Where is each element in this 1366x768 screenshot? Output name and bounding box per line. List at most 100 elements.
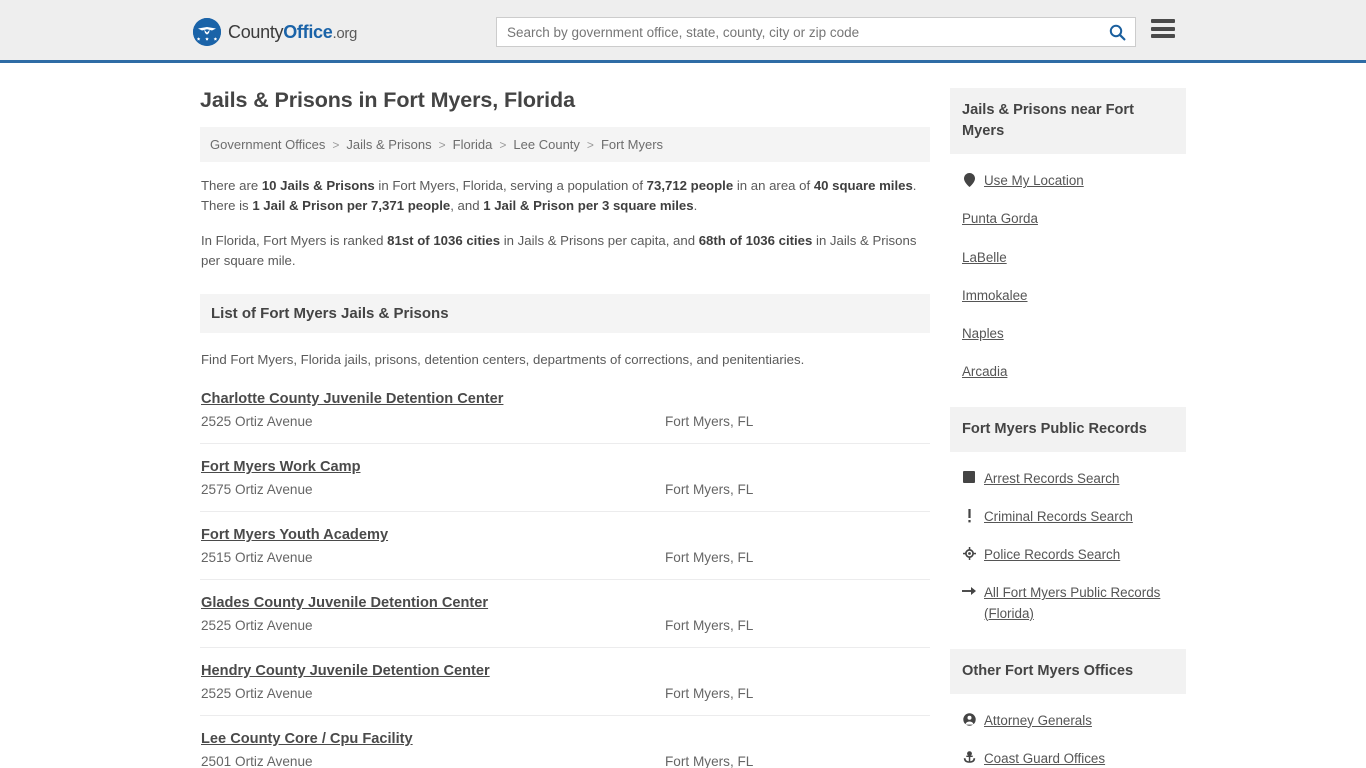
intro-p1-population: 73,712 people — [646, 178, 734, 193]
listing-address: 2525 Ortiz Avenue — [201, 685, 313, 701]
listing-name-link[interactable]: Fort Myers Work Camp — [201, 459, 360, 475]
sidebar-item-naples[interactable]: Naples — [962, 315, 1174, 353]
sidebar-link-label[interactable]: Use My Location — [984, 171, 1084, 191]
sidebar-item-police-records-search[interactable]: Police Records Search — [962, 536, 1174, 574]
listing-detail-row: 2575 Ortiz Avenue Fort Myers, FL — [200, 482, 930, 497]
anchor-icon — [962, 749, 976, 763]
listing-detail-row: 2515 Ortiz Avenue Fort Myers, FL — [200, 550, 930, 565]
sidebar-item-criminal-records-search[interactable]: Criminal Records Search — [962, 498, 1174, 536]
eagle-seal-logo-icon — [193, 18, 221, 46]
list-item[interactable]: Charlotte County Juvenile Detention Cent… — [200, 390, 930, 444]
intro-p2-a: In Florida, Fort Myers is ranked — [201, 232, 388, 248]
breadcrumb-item-jails-prisons[interactable]: Jails & Prisons — [346, 137, 431, 152]
breadcrumb-separator: > — [438, 137, 446, 152]
sidebar-item-attorney-generals[interactable]: Attorney Generals — [962, 702, 1174, 740]
sidebar-link-label[interactable]: Arrest Records Search — [984, 469, 1119, 489]
intro-p1-f: , and — [450, 198, 484, 214]
intro-p1-d: in an area of — [733, 178, 814, 193]
listing-detail-row: 2525 Ortiz Avenue Fort Myers, FL — [200, 686, 930, 701]
sidebar-link-label[interactable]: Police Records Search — [984, 545, 1120, 565]
intro-paragraph-2: In Florida, Fort Myers is ranked 81st of… — [201, 231, 929, 272]
list-item[interactable]: Fort Myers Youth Academy 2515 Ortiz Aven… — [200, 512, 930, 580]
listing-detail-row: 2525 Ortiz Avenue Fort Myers, FL — [200, 414, 930, 429]
breadcrumb-separator: > — [586, 137, 594, 152]
sidebar-link-label[interactable]: Punta Gorda — [962, 209, 1038, 229]
intro-p1-count: 10 Jails & Prisons — [261, 178, 375, 193]
hamburger-bar-1 — [1151, 19, 1175, 23]
jails-prisons-list: Charlotte County Juvenile Detention Cent… — [200, 390, 930, 768]
intro-p1-g: . — [693, 198, 698, 214]
sidebar-link-label[interactable]: LaBelle — [962, 248, 1007, 268]
intro-p1-per-people: 1 Jail & Prison per 7,371 people — [252, 198, 451, 214]
listing-name-link[interactable]: Fort Myers Youth Academy — [201, 527, 388, 543]
listing-name-link[interactable]: Lee County Core / Cpu Facility — [201, 731, 413, 747]
sidebar-item-arcadia[interactable]: Arcadia — [962, 353, 1174, 391]
list-item[interactable]: Lee County Core / Cpu Facility 2501 Orti… — [200, 716, 930, 768]
listing-address: 2525 Ortiz Avenue — [201, 617, 313, 633]
sidebar-item-immokalee[interactable]: Immokalee — [962, 277, 1174, 315]
sidebar-item-labelle[interactable]: LaBelle — [962, 239, 1174, 277]
sidebar-item-all-public-records[interactable]: All Fort Myers Public Records (Florida) — [962, 574, 1174, 632]
sidebar-link-label[interactable]: Attorney Generals — [984, 711, 1092, 731]
logo-text-county: County — [228, 21, 284, 42]
site-logo-text: CountyOffice.org — [228, 22, 357, 43]
listing-detail-row: 2501 Ortiz Avenue Fort Myers, FL — [200, 754, 930, 768]
sidebar-link-label[interactable]: Immokalee — [962, 286, 1028, 306]
search-icon — [1109, 24, 1126, 41]
hamburger-menu-icon[interactable] — [1151, 19, 1175, 38]
widget-heading-nearby: Jails & Prisons near Fort Myers — [950, 88, 1186, 155]
listing-city-state: Fort Myers, FL — [665, 617, 754, 633]
search-input[interactable] — [497, 18, 1099, 46]
hamburger-bar-2 — [1151, 26, 1175, 31]
listing-address: 2525 Ortiz Avenue — [201, 413, 313, 429]
arrow-right-icon — [962, 583, 976, 597]
exclamation-icon — [962, 507, 976, 523]
sidebar-link-label[interactable]: Naples — [962, 324, 1004, 344]
sidebar: Jails & Prisons near Fort Myers Use My L… — [950, 63, 1186, 768]
search-bar[interactable] — [496, 17, 1136, 47]
listing-city-state: Fort Myers, FL — [665, 413, 754, 429]
sidebar-item-punta-gorda[interactable]: Punta Gorda — [962, 200, 1174, 238]
widget-public-records: Fort Myers Public Records Arrest Records… — [950, 406, 1186, 639]
breadcrumb: Government Offices > Jails & Prisons > F… — [200, 127, 930, 162]
list-item[interactable]: Hendry County Juvenile Detention Center … — [200, 648, 930, 716]
widget-heading-other-offices: Other Fort Myers Offices — [950, 648, 1186, 694]
breadcrumb-item-lee-county[interactable]: Lee County — [513, 137, 580, 152]
site-logo[interactable]: CountyOffice.org — [193, 18, 357, 46]
breadcrumb-item-fort-myers[interactable]: Fort Myers — [601, 137, 663, 152]
map-pin-icon — [962, 171, 976, 188]
listing-name-link[interactable]: Glades County Juvenile Detention Center — [201, 595, 488, 611]
list-section-subtext: Find Fort Myers, Florida jails, prisons,… — [201, 351, 805, 367]
sidebar-item-arrest-records-search[interactable]: Arrest Records Search — [962, 460, 1174, 498]
breadcrumb-item-florida[interactable]: Florida — [453, 137, 493, 152]
breadcrumb-item-government-offices[interactable]: Government Offices — [210, 137, 325, 152]
listing-name-link[interactable]: Charlotte County Juvenile Detention Cent… — [201, 391, 503, 407]
sidebar-item-use-my-location[interactable]: Use My Location — [962, 162, 1174, 200]
listing-city-state: Fort Myers, FL — [665, 753, 754, 768]
intro-p1-c: in Fort Myers, Florida, serving a popula… — [374, 178, 647, 193]
listing-city-state: Fort Myers, FL — [665, 481, 754, 497]
list-item[interactable]: Fort Myers Work Camp 2575 Ortiz Avenue F… — [200, 444, 930, 512]
intro-p2-rank-capita: 81st of 1036 cities — [387, 232, 501, 248]
widget-other-offices: Other Fort Myers Offices Attorney Genera… — [950, 648, 1186, 768]
list-item[interactable]: Glades County Juvenile Detention Center … — [200, 580, 930, 648]
listing-city-state: Fort Myers, FL — [665, 549, 754, 565]
breadcrumb-separator: > — [332, 137, 340, 152]
listing-name-link[interactable]: Hendry County Juvenile Detention Center — [201, 663, 490, 679]
search-button[interactable] — [1099, 18, 1135, 46]
sidebar-link-label[interactable]: Criminal Records Search — [984, 507, 1133, 527]
intro-paragraph-1: There are 10 Jails & Prisons in Fort Mye… — [201, 176, 929, 217]
sidebar-link-label[interactable]: Coast Guard Offices — [984, 749, 1105, 768]
breadcrumb-separator: > — [499, 137, 507, 152]
listing-city-state: Fort Myers, FL — [665, 685, 754, 701]
sidebar-link-label[interactable]: Arcadia — [962, 362, 1007, 382]
sidebar-item-coast-guard-offices[interactable]: Coast Guard Offices — [962, 740, 1174, 768]
sidebar-link-label[interactable]: All Fort Myers Public Records (Florida) — [984, 583, 1174, 623]
intro-p2-rank-area: 68th of 1036 cities — [698, 232, 813, 248]
person-circle-icon — [962, 711, 976, 726]
listing-address: 2575 Ortiz Avenue — [201, 481, 313, 497]
widget-body-other-offices: Attorney Generals Coast Guard Offices — [950, 694, 1186, 768]
listing-address: 2501 Ortiz Avenue — [201, 753, 313, 768]
listing-address: 2515 Ortiz Avenue — [201, 549, 313, 565]
listing-detail-row: 2525 Ortiz Avenue Fort Myers, FL — [200, 618, 930, 633]
